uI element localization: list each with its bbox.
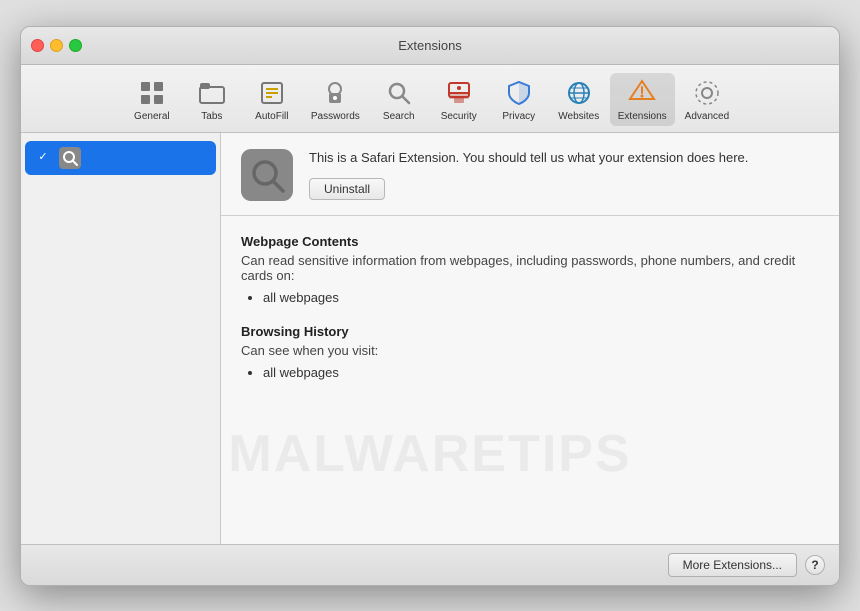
search-icon: [383, 77, 415, 109]
maximize-button[interactable]: [69, 39, 82, 52]
extension-icon: [59, 147, 81, 169]
autofill-icon: [256, 77, 288, 109]
sidebar-item-search-ext[interactable]: ✓: [25, 141, 216, 175]
browsing-history-desc: Can see when you visit:: [241, 343, 819, 358]
toolbar-item-passwords[interactable]: Passwords: [303, 73, 368, 126]
help-button[interactable]: ?: [805, 555, 825, 575]
extension-header-text: This is a Safari Extension. You should t…: [309, 149, 819, 199]
toolbar-label-tabs: Tabs: [201, 111, 222, 122]
toolbar-item-websites[interactable]: Websites: [550, 73, 608, 126]
passwords-icon: [319, 77, 351, 109]
webpage-contents-section: Webpage Contents Can read sensitive info…: [241, 234, 819, 306]
window-title: Extensions: [398, 38, 462, 53]
tabs-icon: [196, 77, 228, 109]
extension-description: This is a Safari Extension. You should t…: [309, 149, 819, 167]
main-content: ✓: [21, 133, 839, 544]
extension-checkbox[interactable]: ✓: [35, 150, 51, 166]
main-window: Extensions General: [20, 26, 840, 586]
toolbar-label-general: General: [134, 111, 170, 122]
websites-icon: [563, 77, 595, 109]
extensions-icon: [626, 77, 658, 109]
check-icon: ✓: [38, 152, 47, 163]
close-button[interactable]: [31, 39, 44, 52]
titlebar: Extensions: [21, 27, 839, 65]
more-extensions-button[interactable]: More Extensions...: [668, 553, 797, 577]
webpage-contents-title: Webpage Contents: [241, 234, 819, 249]
browsing-history-title: Browsing History: [241, 324, 819, 339]
toolbar-item-security[interactable]: Security: [430, 73, 488, 126]
permissions-section: Webpage Contents Can read sensitive info…: [221, 216, 839, 544]
toolbar-item-privacy[interactable]: Privacy: [490, 73, 548, 126]
toolbar-item-search[interactable]: Search: [370, 73, 428, 126]
window-controls: [31, 39, 82, 52]
uninstall-button[interactable]: Uninstall: [309, 178, 385, 200]
toolbar-label-extensions: Extensions: [618, 111, 667, 122]
security-icon: [443, 77, 475, 109]
advanced-icon: [691, 77, 723, 109]
detail-pane: This is a Safari Extension. You should t…: [221, 133, 839, 544]
toolbar-item-advanced[interactable]: Advanced: [677, 73, 737, 126]
webpage-contents-item-0: all webpages: [263, 289, 819, 306]
toolbar-label-advanced: Advanced: [685, 111, 729, 122]
toolbar-item-autofill[interactable]: AutoFill: [243, 73, 301, 126]
toolbar-item-tabs[interactable]: Tabs: [183, 73, 241, 126]
browsing-history-item-0: all webpages: [263, 364, 819, 381]
toolbar-label-passwords: Passwords: [311, 111, 360, 122]
webpage-contents-list: all webpages: [241, 289, 819, 306]
toolbar-label-websites: Websites: [558, 111, 599, 122]
browsing-history-list: all webpages: [241, 364, 819, 381]
toolbar-label-search: Search: [383, 111, 415, 122]
toolbar-items: General Tabs: [123, 73, 737, 126]
privacy-icon: [503, 77, 535, 109]
toolbar-label-autofill: AutoFill: [255, 111, 288, 122]
sidebar: ✓: [21, 133, 221, 544]
extension-big-icon: [241, 149, 293, 201]
general-icon: [136, 77, 168, 109]
toolbar-label-security: Security: [441, 111, 477, 122]
toolbar-item-extensions[interactable]: Extensions: [610, 73, 675, 126]
extension-header: This is a Safari Extension. You should t…: [221, 133, 839, 216]
toolbar-item-general[interactable]: General: [123, 73, 181, 126]
toolbar: General Tabs: [21, 65, 839, 133]
minimize-button[interactable]: [50, 39, 63, 52]
browsing-history-section: Browsing History Can see when you visit:…: [241, 324, 819, 381]
toolbar-label-privacy: Privacy: [502, 111, 535, 122]
footer: More Extensions... ?: [21, 544, 839, 585]
webpage-contents-desc: Can read sensitive information from webp…: [241, 253, 819, 283]
